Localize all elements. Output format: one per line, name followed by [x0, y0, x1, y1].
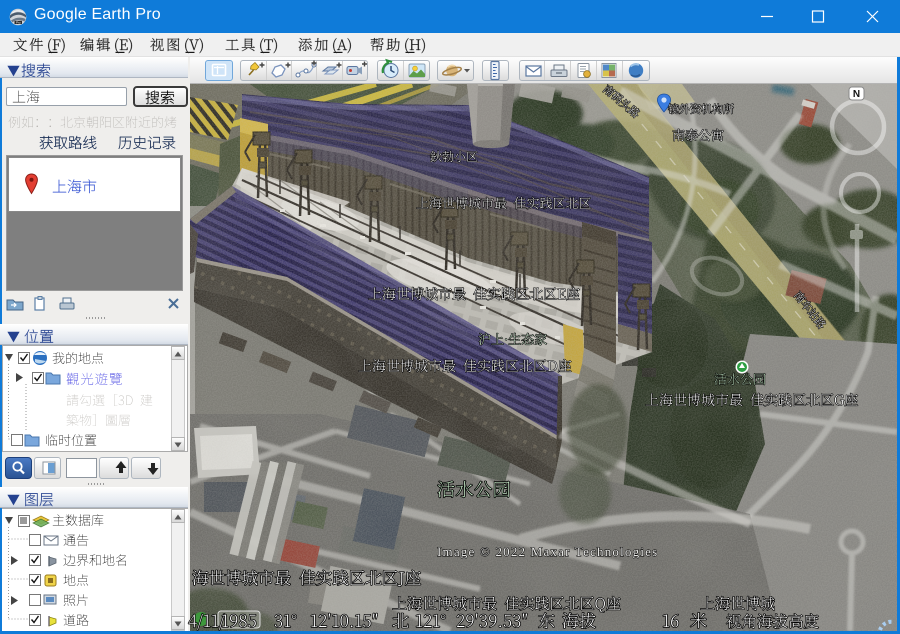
svg-text:N: N — [853, 89, 860, 100]
svg-text:Pro: Pro — [16, 21, 21, 25]
